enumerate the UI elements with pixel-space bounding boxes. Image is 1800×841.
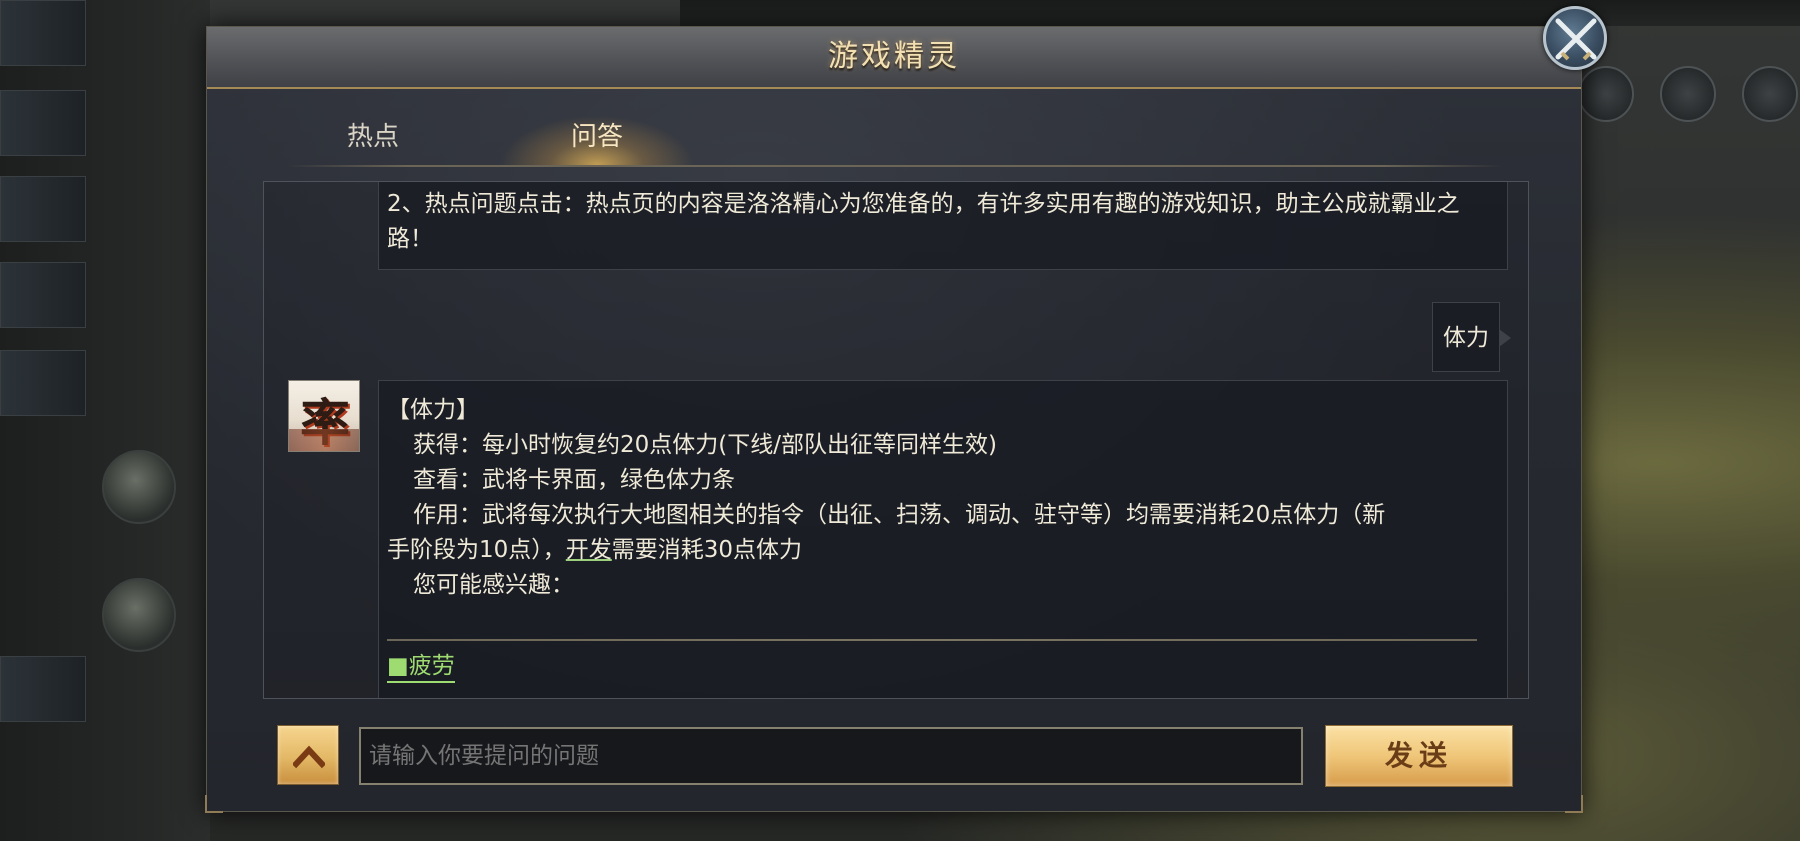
dialog-title-bar: 游戏精灵: [207, 27, 1581, 89]
expand-up-button[interactable]: [277, 725, 339, 785]
answer-view-text: 武将卡界面，绿色体力条: [482, 467, 735, 493]
answer-interest-label: 您可能感兴趣：: [413, 572, 574, 598]
answer-effect-label: 作用：: [413, 502, 482, 528]
related-topic-link-fatigue[interactable]: ■疲劳: [387, 651, 455, 683]
answer-obtain-text: 每小时恢复约20点体力(下线/部队出征等同样生效): [482, 432, 997, 458]
bot-message-text: 2、热点问题点击：热点页的内容是洛洛精心为您准备的，有许多实用有趣的游戏知识，助…: [387, 191, 1460, 252]
map-location-button-background: [1742, 66, 1798, 122]
answer-effect-text-1: 武将每次执行大地图相关的指令（出征、扫荡、调动、驻守等）均需要消耗20点体力（新: [482, 502, 1386, 528]
chat-message-list[interactable]: 2、热点问题点击：热点页的内容是洛洛精心为您准备的，有许多实用有趣的游戏知识，助…: [263, 181, 1529, 699]
side-tab-background-6: [0, 656, 86, 722]
game-side-panel-background: [0, 0, 210, 841]
question-input[interactable]: [359, 727, 1303, 785]
background-avatar-2: [102, 578, 176, 652]
tab-hot[interactable]: 热点: [303, 109, 443, 165]
tab-divider: [287, 165, 1503, 167]
crossed-swords-close-icon: [1555, 18, 1597, 61]
answer-view-row: 查看：武将卡界面，绿色体力条: [387, 463, 1499, 498]
corner-ornament: [205, 795, 223, 813]
side-tab-background-3: [0, 176, 86, 242]
answer-effect-text-2-post: 需要消耗30点体力: [611, 537, 803, 563]
send-button[interactable]: 发送: [1325, 725, 1513, 787]
bot-avatar-decoration: [289, 429, 359, 451]
answer-obtain-row: 获得：每小时恢复约20点体力(下线/部队出征等同样生效): [387, 428, 1499, 463]
side-tab-background-2: [0, 90, 86, 156]
answer-heading: 【体力】: [387, 397, 479, 423]
answer-effect-row: 作用：武将每次执行大地图相关的指令（出征、扫荡、调动、驻守等）均需要消耗20点体…: [387, 498, 1499, 533]
game-topbar-background: [680, 0, 1800, 26]
bot-message-answer: 【体力】 获得：每小时恢复约20点体力(下线/部队出征等同样生效) 查看：武将卡…: [378, 380, 1508, 698]
develop-link[interactable]: 开发: [566, 537, 612, 563]
answer-view-label: 查看：: [413, 467, 482, 493]
side-tab-background-5: [0, 350, 86, 416]
background-avatar-1: [102, 450, 176, 524]
map-play-button-background: [1660, 66, 1716, 122]
corner-ornament: [1565, 795, 1583, 813]
answer-separator: [387, 639, 1477, 641]
side-tab-background-4: [0, 262, 86, 328]
map-search-button-background: [1578, 66, 1634, 122]
user-message-bubble: 体力: [1432, 302, 1511, 372]
answer-effect-row-cont: 手阶段为10点），开发需要消耗30点体力: [387, 533, 1499, 568]
bot-avatar: 率: [288, 380, 360, 452]
answer-obtain-label: 获得：: [413, 432, 482, 458]
user-message-text: 体力: [1443, 325, 1489, 351]
close-button[interactable]: [1543, 6, 1607, 70]
answer-effect-text-2-pre: 手阶段为10点），: [387, 537, 566, 563]
game-assistant-dialog: 游戏精灵 热点 问答 2、热点问题点击：热点页的内容是洛洛精心为您准备的，有许多…: [205, 26, 1583, 813]
tab-qa[interactable]: 问答: [487, 109, 707, 165]
dialog-title: 游戏精灵: [828, 39, 960, 74]
chevron-up-icon: [293, 745, 325, 769]
side-tab-background-1: [0, 0, 86, 66]
bot-message-hotpage-tip: 2、热点问题点击：热点页的内容是洛洛精心为您准备的，有许多实用有趣的游戏知识，助…: [378, 182, 1508, 270]
